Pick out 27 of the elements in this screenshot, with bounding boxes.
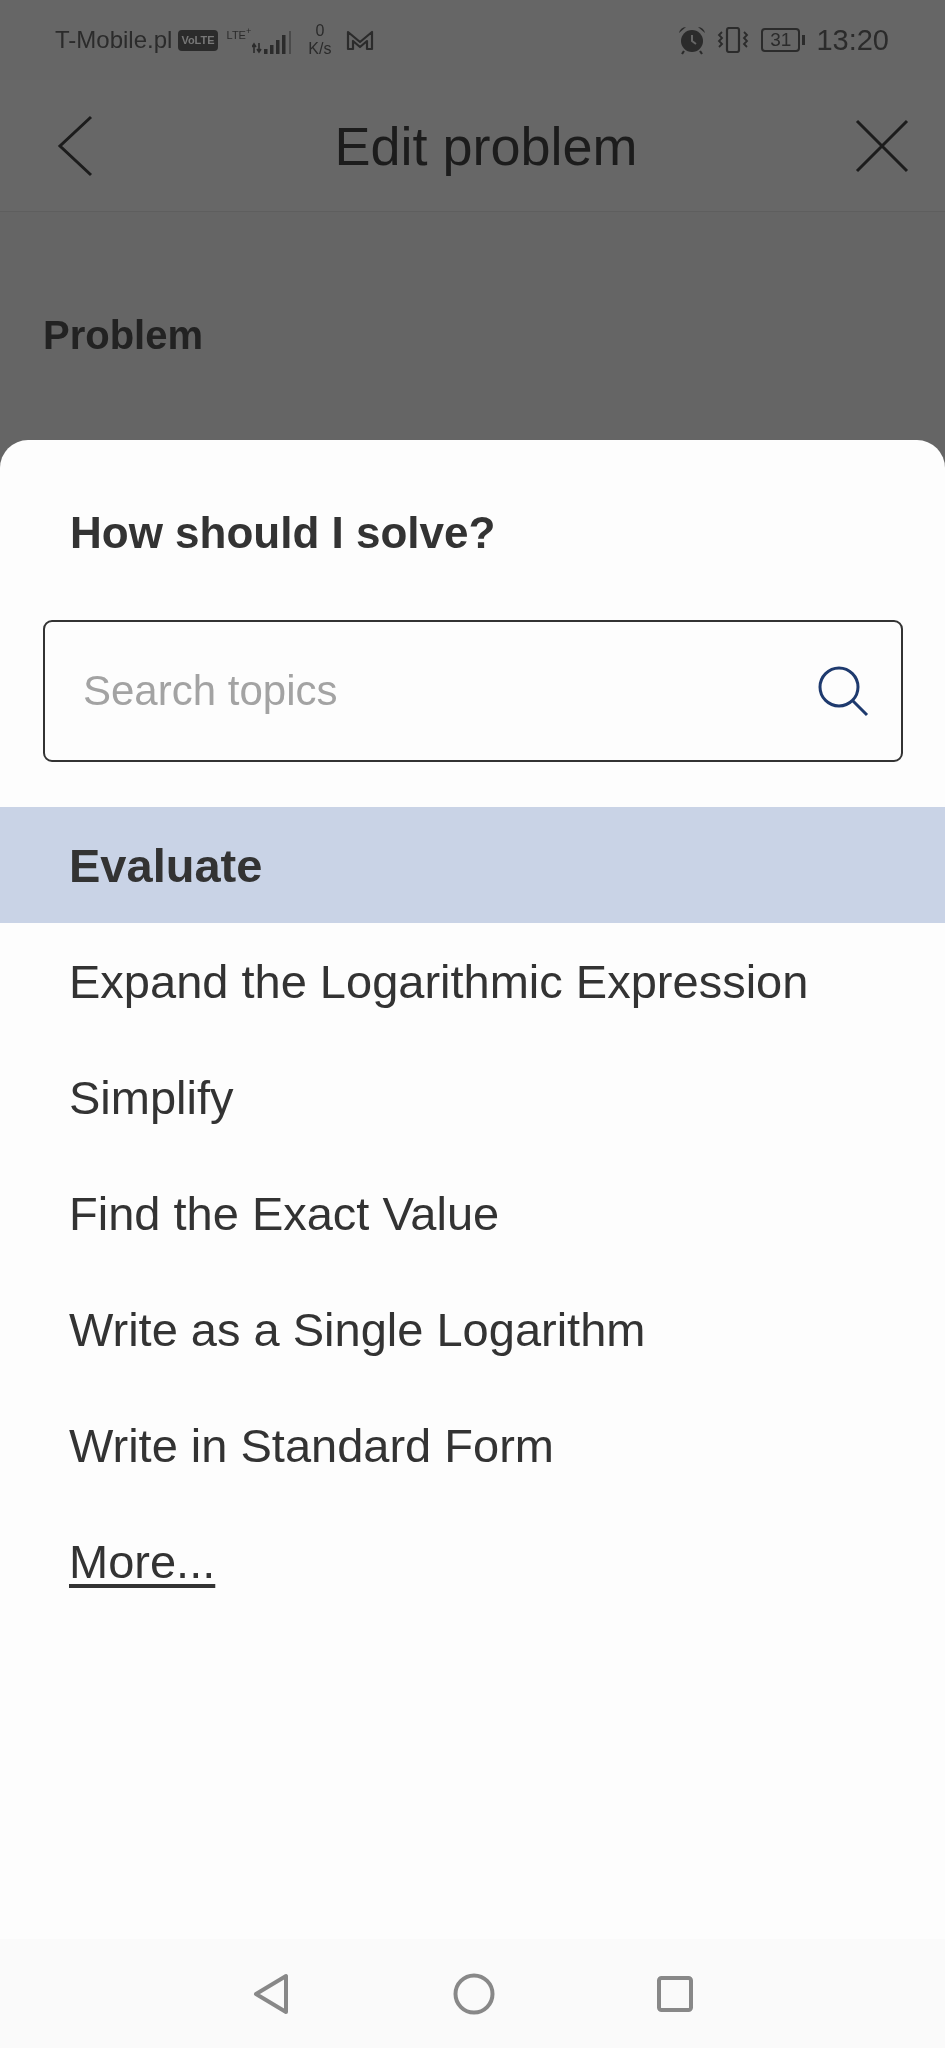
search-field[interactable]: Search topics <box>43 620 903 762</box>
more-link[interactable]: More... <box>69 1533 216 1589</box>
close-icon[interactable] <box>855 118 909 173</box>
volte-badge: VoLTE <box>178 29 218 51</box>
vibrate-icon <box>716 27 751 53</box>
topic-option[interactable]: Find the Exact Value <box>0 1155 945 1271</box>
mail-icon <box>346 29 375 51</box>
section-label: Problem <box>43 313 204 357</box>
clock-time: 13:20 <box>816 23 889 57</box>
search-icon[interactable] <box>817 665 869 717</box>
recents-square-icon[interactable] <box>656 1975 693 2012</box>
carrier-name: T-Mobile.pl <box>55 26 173 54</box>
speed-value: 0 <box>315 22 325 40</box>
topic-option[interactable]: Simplify <box>0 1039 945 1155</box>
topic-option[interactable]: Write in Standard Form <box>0 1387 945 1503</box>
sheet-title: How should I solve? <box>70 507 496 559</box>
network-type-label: LTE$^{+}$ <box>226 25 252 41</box>
topic-option[interactable]: Evaluate <box>0 807 945 923</box>
home-circle-icon[interactable] <box>452 1972 495 2015</box>
speed-unit: K/s <box>308 40 332 58</box>
alarm-clock-icon <box>677 25 708 55</box>
battery-indicator: 31 <box>761 28 806 52</box>
topic-option[interactable]: Write as a Single Logarithm <box>0 1271 945 1387</box>
back-icon[interactable] <box>57 114 93 177</box>
back-triangle-icon[interactable] <box>252 1972 289 2015</box>
topic-option[interactable]: Expand the Logarithmic Expression <box>0 923 945 1039</box>
page-title: Edit problem <box>334 114 638 177</box>
